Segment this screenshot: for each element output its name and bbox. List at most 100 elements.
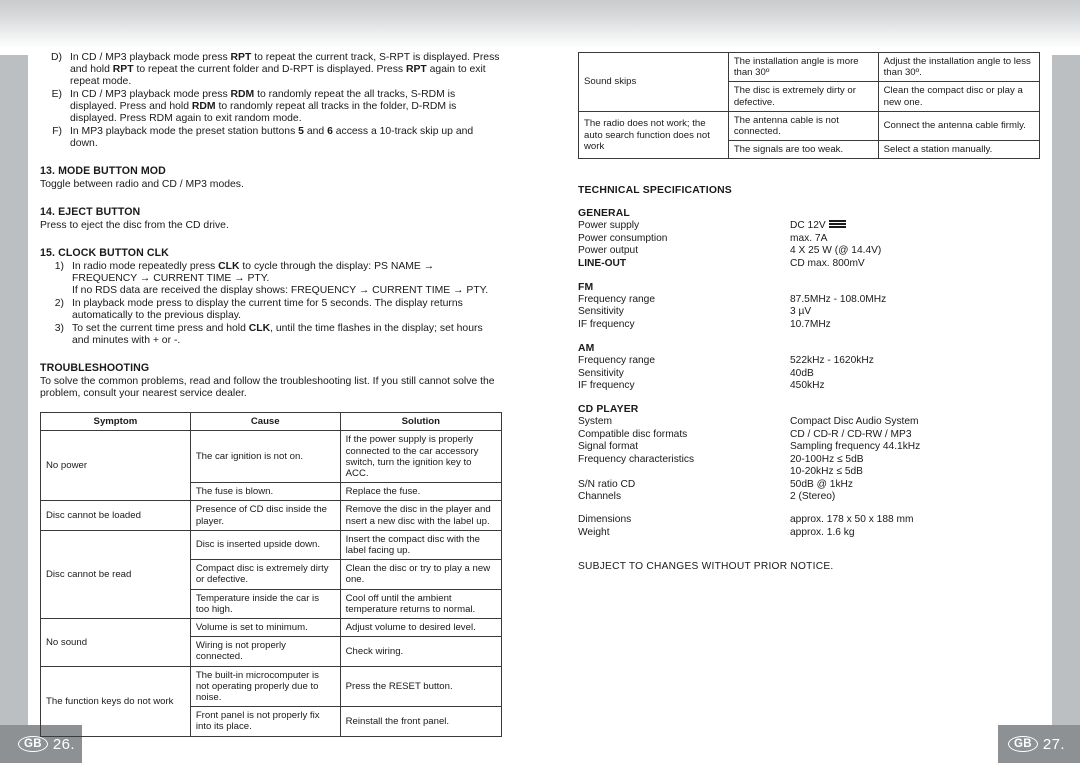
- spec-key: Power output: [578, 245, 639, 257]
- list-item-text: In MP3 playback mode the preset station …: [70, 125, 474, 149]
- cause-cell: The built-in microcomputer is not operat…: [189, 665, 341, 708]
- spec-key: IF frequency: [578, 318, 635, 330]
- section-15-numbered-list: 1) In radio mode repeatedly press CLK to …: [40, 261, 502, 347]
- spec-key: S/N ratio CD: [578, 478, 636, 490]
- dc-power-symbol-icon: [828, 220, 846, 229]
- spec-value: approx. 178 x 50 x 188 mm: [790, 514, 914, 526]
- symptom-cell: No sound: [40, 618, 191, 667]
- cause-cell: Front panel is not properly fix into its…: [189, 706, 341, 737]
- section-13-body: Toggle between radio and CD / MP3 modes.: [40, 178, 244, 190]
- solution-cell: Clean the compact disc or play a new one…: [877, 81, 1041, 112]
- cause-cell: The installation angle is more than 30º: [727, 51, 879, 83]
- spec-value: approx. 1.6 kg: [790, 526, 855, 538]
- list-marker: 2): [54, 297, 64, 309]
- spec-key: Compatible disc formats: [578, 428, 688, 440]
- troubleshooting-table: Symptom Cause Solution No power The car ign…: [40, 412, 503, 737]
- solution-cell: Adjust volume to desired level.: [339, 618, 503, 638]
- spec-row: LINE-OUT CD max. 800mV: [578, 258, 1040, 270]
- solution-cell: Select a station manually.: [877, 140, 1041, 160]
- page-top-gradient: [0, 0, 1080, 48]
- spec-group-heading: AM: [578, 343, 595, 355]
- page-number-left: 26.: [52, 735, 75, 753]
- spec-row: Power output 4 X 25 W (@ 14.4V): [578, 245, 1040, 257]
- tech-specs-groups: GENERAL Power supply DC 12V Power consumpti…: [578, 208, 1040, 539]
- specs-notice: SUBJECT TO CHANGES WITHOUT PRIOR NOTICE.: [578, 561, 834, 573]
- cause-cell: The antenna cable is not connected.: [727, 110, 879, 142]
- spec-group-spacer: [578, 392, 1040, 404]
- spec-key: Dimensions: [578, 514, 632, 526]
- cause-cell: Disc is inserted upside down.: [189, 529, 341, 561]
- spec-value: 450kHz: [790, 380, 825, 392]
- table-row: The function keys do not work The built-i…: [40, 665, 503, 737]
- list-item-text: To set the current time press and hold C…: [72, 322, 483, 346]
- spec-key: Frequency range: [578, 355, 656, 367]
- spec-row: Sensitivity 40dB: [578, 368, 1040, 380]
- spec-group-spacer: [578, 503, 1040, 514]
- spec-value: 87.5MHz - 108.0MHz: [790, 294, 887, 306]
- spec-group-heading: CD PLAYER: [578, 404, 639, 416]
- table-row: Sound skips The installation angle is mor…: [578, 51, 1041, 112]
- page-number-right: 27.: [1042, 735, 1065, 753]
- solution-cell: Insert the compact disc with the label f…: [339, 529, 503, 561]
- spec-row: Compatible disc formats CD / CD-R / CD-RW…: [578, 429, 1040, 441]
- solution-cell: Adjust the installation angle to less th…: [877, 51, 1041, 83]
- solution-cell: Replace the fuse.: [339, 482, 503, 502]
- spec-group-heading: FM: [578, 282, 594, 294]
- spec-row: Channels 2 (Stereo): [578, 491, 1040, 503]
- spec-value: DC 12V: [790, 220, 1040, 232]
- spec-value: 10.7MHz: [790, 318, 831, 330]
- list-marker: E): [51, 88, 62, 100]
- list-item: 3) To set the current time press and hold…: [40, 323, 502, 347]
- spec-value: CD max. 800mV: [790, 257, 865, 269]
- list-marker: 1): [54, 261, 64, 273]
- footer-page-marker-right: GB 27.: [998, 725, 1080, 763]
- locale-badge-gb: GB: [18, 735, 48, 753]
- solution-cell: If the power supply is properly connecte…: [339, 430, 503, 484]
- left-page-column: D) In CD / MP3 playback mode press RPT to…: [40, 52, 503, 737]
- table-row: No sound Volume is set to minimum. Adjust …: [40, 618, 503, 667]
- spec-row: System Compact Disc Audio System: [578, 416, 1040, 428]
- spec-key: IF frequency: [578, 380, 635, 392]
- right-page-column: Sound skips The installation angle is mor…: [578, 51, 1041, 573]
- spec-group-spacer: [578, 270, 1040, 282]
- spec-value: 522kHz - 1620kHz: [790, 355, 874, 367]
- table-row: Disc cannot be read Disc is inserted upsi…: [40, 529, 503, 620]
- list-marker: D): [51, 52, 62, 63]
- spec-key: Power consumption: [578, 232, 668, 244]
- spec-key: LINE-OUT: [578, 257, 627, 269]
- spec-key: Weight: [578, 526, 610, 538]
- list-item-text: In CD / MP3 playback mode press RDM to r…: [70, 88, 457, 124]
- spec-key: Frequency range: [578, 294, 656, 306]
- solution-cell: Clean the disc or try to play a new one.: [339, 559, 503, 590]
- table-row: Disc cannot be loaded Presence of CD disc…: [40, 500, 503, 531]
- cause-cell: The fuse is blown.: [189, 482, 341, 502]
- section-14-body: Press to eject the disc from the CD driv…: [40, 219, 229, 231]
- spec-row: Sensitivity 3 µV: [578, 306, 1040, 318]
- spec-row: Frequency range 87.5MHz - 108.0MHz: [578, 294, 1040, 306]
- section-14-heading: 14. EJECT BUTTON: [40, 205, 141, 218]
- table-row: The radio does not work; the auto search…: [578, 110, 1041, 160]
- symptom-cell: Disc cannot be loaded: [40, 500, 191, 531]
- list-item: 1) In radio mode repeatedly press CLK to …: [40, 261, 502, 297]
- spec-value: Compact Disc Audio System: [790, 416, 919, 428]
- list-marker: F): [52, 125, 62, 137]
- locale-badge-gb: GB: [1008, 735, 1038, 753]
- list-item: D) In CD / MP3 playback mode press RPT to…: [40, 52, 502, 88]
- list-item: F) In MP3 playback mode the preset statio…: [40, 126, 502, 150]
- column-header: Cause: [189, 412, 341, 432]
- solution-cell: Cool off until the ambient temperature r…: [339, 588, 503, 620]
- spec-key: Frequency characteristics: [578, 453, 695, 465]
- spec-row: Frequency characteristics 20-100Hz ≤ 5dB: [578, 454, 1040, 466]
- spec-key: Power supply: [578, 220, 640, 232]
- list-item-text: In playback mode press to display the cu…: [72, 297, 463, 322]
- cause-cell: Wiring is not properly connected.: [189, 636, 341, 667]
- spec-value: 3 µV: [790, 306, 812, 318]
- section-15-heading: 15. CLOCK BUTTON CLK: [40, 247, 169, 260]
- cause-cell: The signals are too weak.: [727, 140, 879, 160]
- solution-cell: Remove the disc in the player and nsert …: [339, 500, 503, 531]
- spec-row: IF frequency 450kHz: [578, 380, 1040, 392]
- continued-alpha-list: D) In CD / MP3 playback mode press RPT to…: [40, 52, 502, 150]
- spec-row: S/N ratio CD 50dB @ 1kHz: [578, 479, 1040, 491]
- tech-specs-title: TECHNICAL SPECIFICATIONS: [578, 185, 732, 197]
- spec-row: 10-20kHz ≤ 5dB: [578, 466, 1040, 478]
